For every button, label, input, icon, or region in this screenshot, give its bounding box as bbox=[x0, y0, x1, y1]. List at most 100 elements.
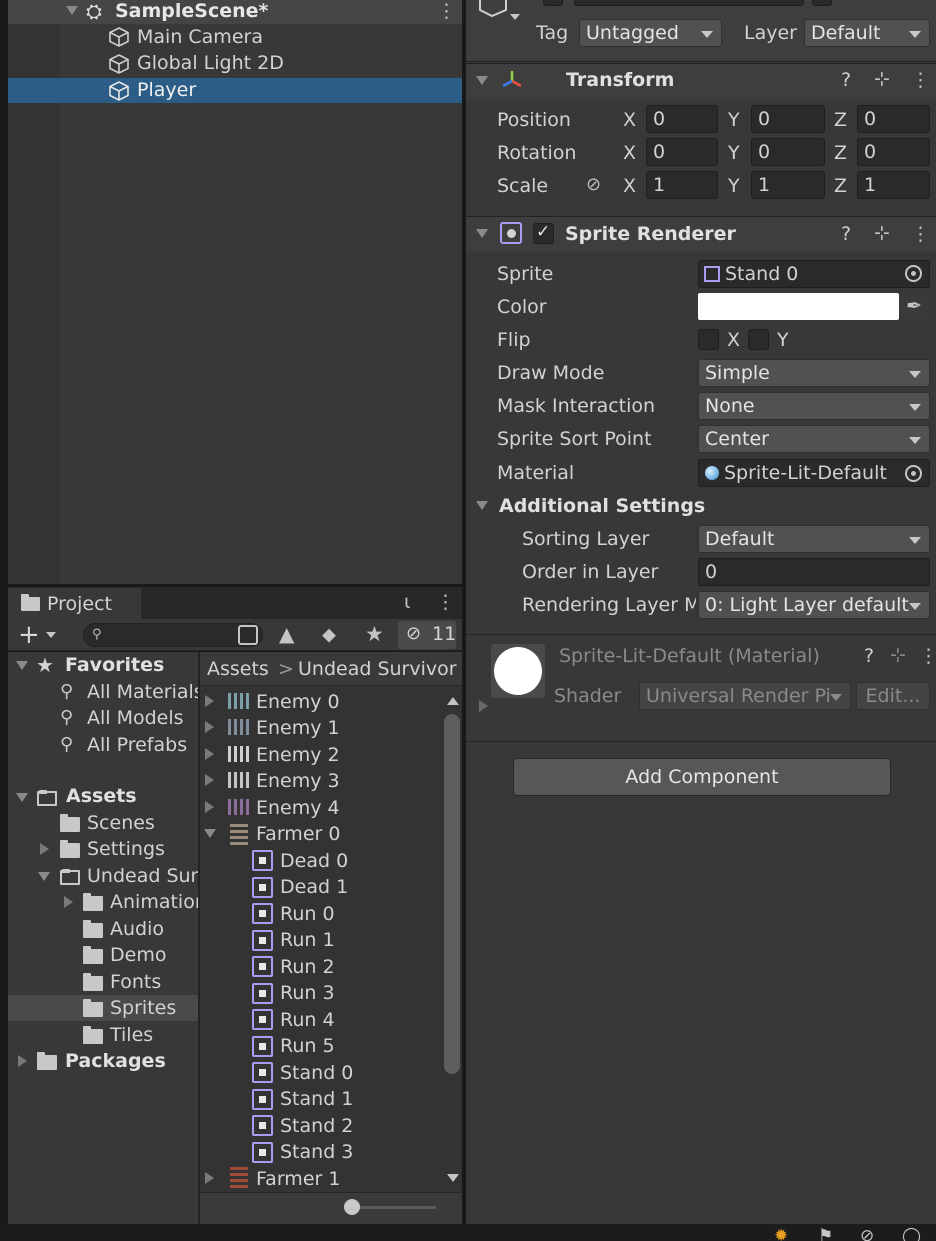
file-item[interactable]: Farmer 0 bbox=[256, 825, 340, 844]
rotation-z-field[interactable]: 0 bbox=[857, 138, 930, 166]
favorites-item[interactable]: All Prefabs bbox=[87, 736, 187, 755]
lighting-icon[interactable]: ✹ bbox=[774, 1228, 788, 1241]
file-foldout[interactable] bbox=[205, 801, 214, 813]
file-foldout[interactable] bbox=[205, 774, 214, 786]
position-x-field[interactable]: 0 bbox=[646, 105, 718, 133]
transform-header[interactable] bbox=[466, 63, 936, 99]
sprite-renderer-foldout[interactable] bbox=[476, 229, 488, 238]
undead-foldout[interactable] bbox=[38, 872, 50, 881]
tree-folder-scenes[interactable]: Scenes bbox=[87, 814, 155, 833]
sprite-item[interactable]: Dead 0 bbox=[280, 852, 348, 871]
file-item[interactable]: Farmer 1 bbox=[256, 1170, 340, 1189]
scene-foldout-arrow[interactable] bbox=[66, 6, 78, 15]
packages-foldout[interactable] bbox=[18, 1055, 27, 1067]
project-menu-icon[interactable]: ⋮ bbox=[436, 593, 455, 612]
sprite-item[interactable]: Run 3 bbox=[280, 984, 335, 1003]
material-object-field[interactable]: Sprite-Lit-Default bbox=[698, 459, 930, 487]
mask-interaction-dropdown[interactable]: None bbox=[698, 392, 930, 420]
hierarchy-item-player-selected[interactable] bbox=[8, 78, 462, 103]
thumbnail-size-slider-track[interactable] bbox=[348, 1206, 436, 1209]
shader-dropdown[interactable]: Universal Render Pi bbox=[639, 682, 851, 710]
component-menu-icon[interactable]: ⋮ bbox=[911, 71, 930, 90]
tree-folder-settings[interactable]: Settings bbox=[87, 840, 165, 859]
cache-icon[interactable]: ⚑ bbox=[818, 1228, 833, 1241]
constrain-proportions-icon[interactable]: ⊘ bbox=[586, 176, 601, 194]
settings-foldout[interactable] bbox=[40, 843, 49, 855]
position-y-field[interactable]: 0 bbox=[751, 105, 825, 133]
file-item[interactable]: Enemy 4 bbox=[256, 799, 340, 818]
sprite-item[interactable]: Run 5 bbox=[280, 1037, 335, 1056]
sprite-item[interactable]: Stand 3 bbox=[280, 1143, 353, 1162]
draw-mode-dropdown[interactable]: Simple bbox=[698, 359, 930, 387]
breadcrumb-undead[interactable]: Undead Survivor bbox=[298, 660, 457, 679]
rotation-y-field[interactable]: 0 bbox=[751, 138, 825, 166]
assets-foldout[interactable] bbox=[16, 793, 28, 802]
help-icon[interactable]: ? bbox=[864, 647, 874, 666]
help-icon[interactable]: ? bbox=[841, 71, 851, 90]
sprite-item[interactable]: Run 4 bbox=[280, 1011, 335, 1030]
tree-folder-fonts[interactable]: Fonts bbox=[110, 973, 161, 992]
file-item[interactable]: Enemy 3 bbox=[256, 772, 340, 791]
lock-icon[interactable]: ⍳ bbox=[404, 593, 410, 612]
order-in-layer-field[interactable]: 0 bbox=[698, 558, 930, 586]
sprite-item[interactable]: Dead 1 bbox=[280, 878, 348, 897]
flip-x-checkbox[interactable] bbox=[698, 329, 719, 350]
tree-folder-demo[interactable]: Demo bbox=[110, 946, 166, 965]
status-icon[interactable]: ◯ bbox=[902, 1228, 921, 1241]
create-dropdown-arrow[interactable] bbox=[46, 632, 56, 638]
position-z-field[interactable]: 0 bbox=[857, 105, 930, 133]
file-foldout-open[interactable] bbox=[204, 829, 216, 838]
tag-dropdown[interactable]: Untagged bbox=[579, 19, 722, 47]
thumbnail-size-slider-handle[interactable] bbox=[344, 1199, 360, 1215]
file-foldout[interactable] bbox=[205, 695, 214, 707]
search-input[interactable] bbox=[83, 623, 263, 647]
active-checkbox[interactable] bbox=[543, 0, 563, 6]
favorites-item[interactable]: All Models bbox=[87, 709, 184, 728]
static-checkbox[interactable] bbox=[812, 0, 832, 6]
file-list-scroll-down[interactable] bbox=[447, 1174, 459, 1182]
search-by-type-icon[interactable] bbox=[238, 625, 258, 645]
sorting-layer-dropdown[interactable]: Default bbox=[698, 525, 930, 553]
breadcrumb-assets[interactable]: Assets bbox=[207, 660, 269, 679]
gameobject-icon-dropdown[interactable] bbox=[510, 14, 520, 20]
presets-icon[interactable]: ⊹ bbox=[890, 646, 906, 665]
scene-menu-icon[interactable]: ⋮ bbox=[437, 2, 456, 21]
file-list-scrollbar-thumb[interactable] bbox=[444, 714, 460, 1074]
auto-gen-icon[interactable]: ⊘ bbox=[860, 1228, 874, 1241]
sprite-item[interactable]: Run 1 bbox=[280, 931, 335, 950]
assets-label[interactable]: Assets bbox=[66, 787, 137, 806]
packages-label[interactable]: Packages bbox=[65, 1052, 166, 1071]
color-swatch[interactable] bbox=[698, 293, 899, 320]
scale-y-field[interactable]: 1 bbox=[751, 171, 825, 199]
material-foldout[interactable] bbox=[479, 700, 488, 712]
file-foldout[interactable] bbox=[205, 721, 214, 733]
file-item[interactable]: Enemy 0 bbox=[256, 693, 340, 712]
scale-x-field[interactable]: 1 bbox=[646, 171, 718, 199]
shapes-filter-icon[interactable]: ▲ bbox=[279, 624, 294, 644]
file-foldout[interactable] bbox=[205, 1172, 214, 1184]
tree-folder-tiles[interactable]: Tiles bbox=[110, 1026, 153, 1045]
label-filter-icon[interactable]: ⬥ bbox=[322, 624, 336, 644]
rotation-x-field[interactable]: 0 bbox=[646, 138, 718, 166]
rendering-layer-dropdown[interactable]: 0: Light Layer default bbox=[698, 591, 930, 619]
file-item[interactable]: Enemy 1 bbox=[256, 719, 340, 738]
flip-y-checkbox[interactable] bbox=[748, 329, 769, 350]
sprite-object-field[interactable]: Stand 0 bbox=[698, 260, 930, 288]
file-list-scroll-up[interactable] bbox=[447, 697, 459, 705]
tree-folder-audio[interactable]: Audio bbox=[110, 920, 164, 939]
name-field[interactable] bbox=[574, 0, 804, 6]
shader-edit-button[interactable]: Edit... bbox=[856, 682, 930, 710]
additional-settings-foldout[interactable] bbox=[476, 501, 488, 510]
additional-settings-label[interactable]: Additional Settings bbox=[499, 497, 705, 516]
sprite-item[interactable]: Run 2 bbox=[280, 958, 335, 977]
component-menu-icon[interactable]: ⋮ bbox=[911, 225, 930, 244]
scale-z-field[interactable]: 1 bbox=[857, 171, 930, 199]
favorites-foldout[interactable] bbox=[16, 661, 28, 670]
presets-icon[interactable]: ⊹ bbox=[874, 70, 890, 89]
sprite-item[interactable]: Stand 0 bbox=[280, 1064, 353, 1083]
favorites-item[interactable]: All Materials bbox=[87, 683, 198, 702]
help-icon[interactable]: ? bbox=[841, 225, 851, 244]
add-component-button[interactable]: Add Component bbox=[513, 758, 891, 796]
favorite-star-icon[interactable]: ★ bbox=[365, 624, 384, 645]
sprite-item[interactable]: Stand 2 bbox=[280, 1117, 353, 1136]
